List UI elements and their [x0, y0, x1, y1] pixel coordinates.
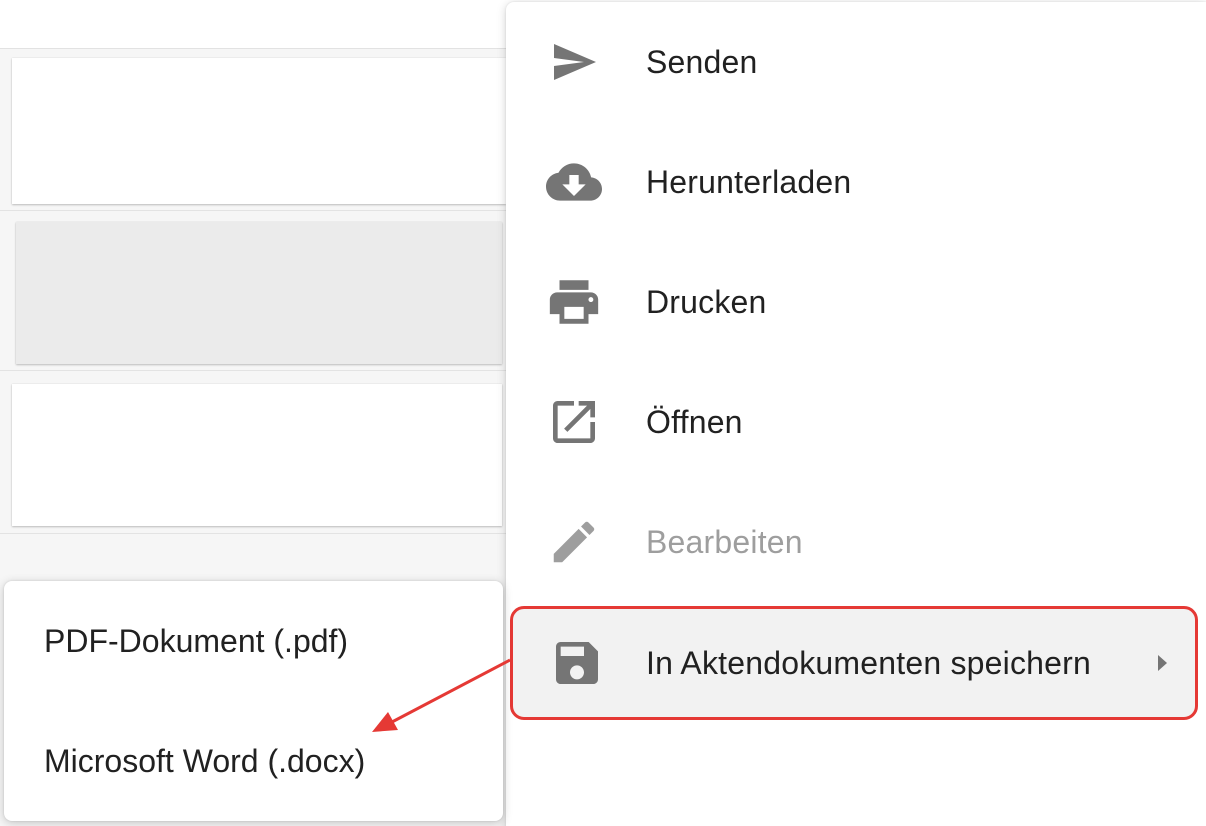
submenu-item-label: PDF-Dokument (.pdf) [44, 622, 349, 659]
menu-item-print[interactable]: Drucken [506, 242, 1206, 362]
background-list-card[interactable] [12, 58, 506, 204]
submenu-item-label: Microsoft Word (.docx) [44, 742, 366, 779]
menu-item-label: Drucken [646, 283, 767, 320]
menu-item-label: Bearbeiten [646, 523, 803, 560]
send-icon [542, 32, 606, 92]
menu-item-open[interactable]: Öffnen [506, 362, 1206, 482]
menu-item-label: Senden [646, 43, 758, 80]
menu-item-send[interactable]: Senden [506, 2, 1206, 122]
cloud-download-icon [542, 152, 606, 212]
menu-item-label: Öffnen [646, 403, 743, 440]
menu-item-label: Herunterladen [646, 163, 852, 200]
menu-item-download[interactable]: Herunterladen [506, 122, 1206, 242]
save-icon [545, 633, 609, 693]
menu-item-edit: Bearbeiten [506, 482, 1206, 602]
menu-item-save-to-files[interactable]: In Aktendokumenten speichern [510, 606, 1198, 720]
menu-item-label: In Aktendokumenten speichern [646, 644, 1092, 681]
background-list-card[interactable] [12, 384, 502, 526]
submenu-item-pdf[interactable]: PDF-Dokument (.pdf) [4, 581, 503, 701]
pencil-icon [542, 512, 606, 572]
open-in-new-icon [542, 392, 606, 452]
save-format-submenu: PDF-Dokument (.pdf) Microsoft Word (.doc… [4, 581, 503, 821]
background-list-card-selected[interactable] [16, 222, 502, 364]
context-menu: Senden Herunterladen Drucken Öffnen Bear [506, 2, 1206, 826]
chevron-right-icon [1158, 655, 1167, 671]
printer-icon [542, 272, 606, 332]
submenu-item-docx[interactable]: Microsoft Word (.docx) [4, 701, 503, 821]
screen: Senden Herunterladen Drucken Öffnen Bear [0, 0, 1206, 826]
